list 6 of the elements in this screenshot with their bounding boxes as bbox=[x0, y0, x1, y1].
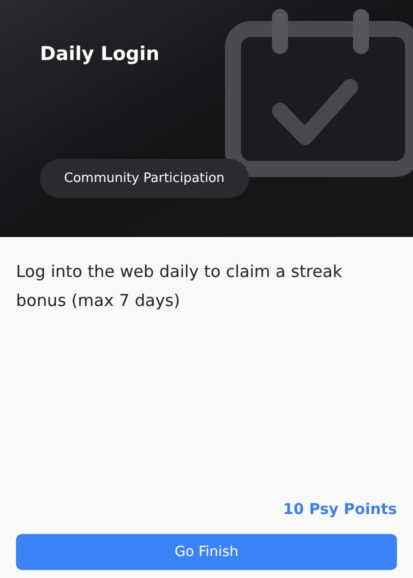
calendar-check-icon bbox=[225, 9, 413, 179]
category-tag: Community Participation bbox=[40, 158, 249, 198]
points-reward: 10 Psy Points bbox=[283, 498, 397, 520]
task-description: Log into the web daily to claim a streak bonus (max 7 days) bbox=[16, 261, 344, 312]
card-title: Daily Login bbox=[40, 42, 160, 67]
go-finish-button[interactable]: Go Finish bbox=[16, 534, 397, 570]
